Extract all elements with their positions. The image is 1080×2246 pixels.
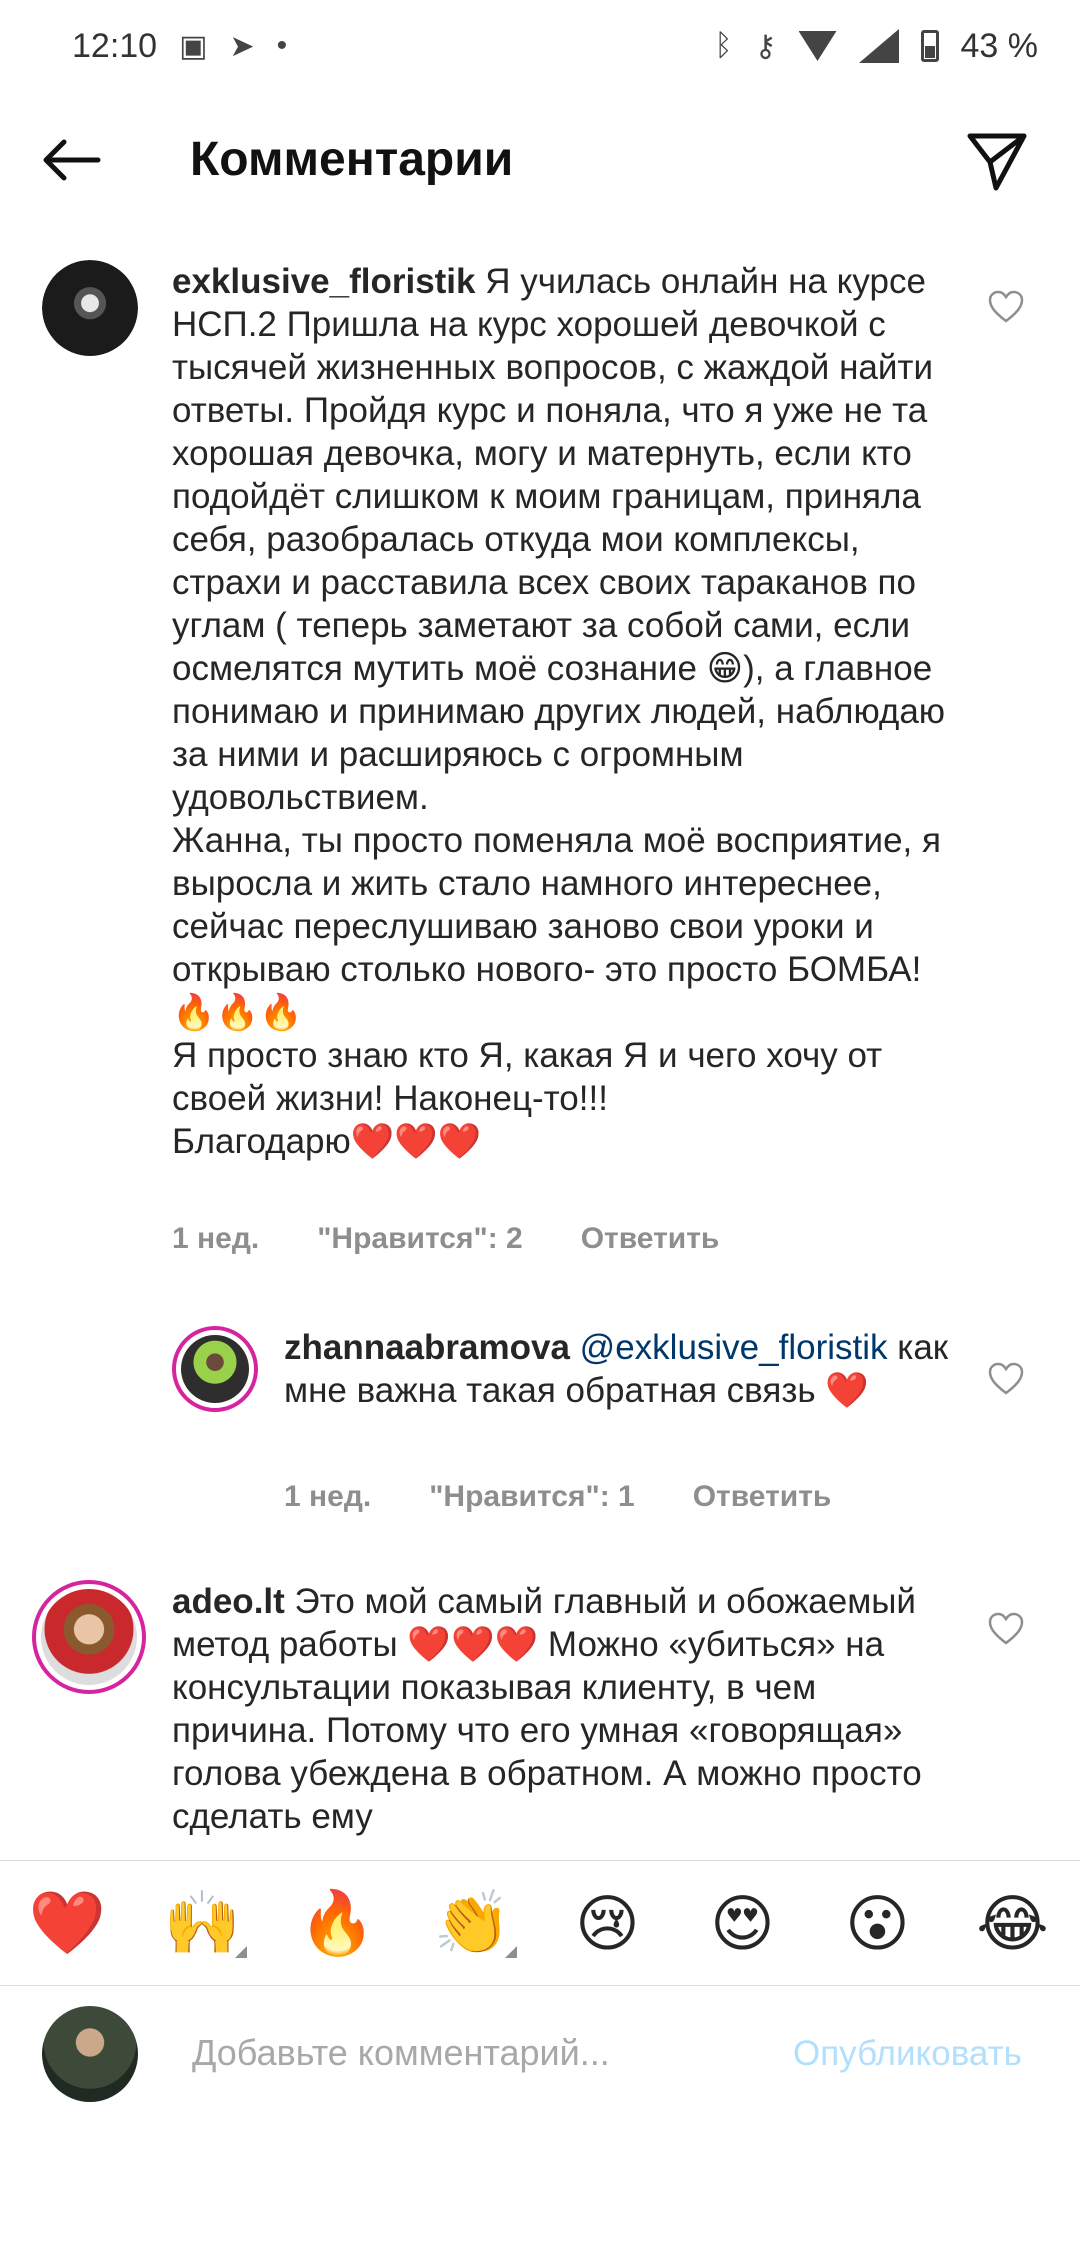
comment-meta: 1 нед. "Нравится": 1 Ответить — [284, 1480, 831, 1514]
comment-username[interactable]: zhannaabramova — [284, 1328, 570, 1367]
comment-likes[interactable]: "Нравится": 2 — [317, 1222, 523, 1256]
publish-button[interactable]: Опубликовать — [793, 2034, 1022, 2074]
wifi-icon — [798, 31, 837, 61]
heart-icon[interactable] — [988, 290, 1024, 324]
status-left: 12:10 ▣ ➤ • — [72, 27, 287, 66]
comment-likes[interactable]: "Нравится": 1 — [429, 1480, 635, 1514]
arrow-left-icon — [43, 139, 101, 181]
emoji-raised-hands-button[interactable]: 🙌 — [153, 1887, 253, 1960]
comment-time: 1 нед. — [284, 1480, 372, 1513]
battery-icon — [920, 30, 939, 62]
avatar[interactable] — [42, 260, 138, 356]
comment-text: zhannaabramova @exklusive_floristik как … — [284, 1326, 964, 1412]
back-button[interactable] — [40, 128, 104, 192]
status-time: 12:10 — [72, 26, 158, 65]
emoji-heart-button[interactable]: ❤️ — [18, 1887, 118, 1960]
comment-body: Я училась онлайн на курсе НСП.2 Пришла н… — [172, 262, 946, 1161]
emoji-surprised-button[interactable]: 😮 — [828, 1887, 928, 1960]
comment-text: adeo.lt Это мой самый главный и обожаемы… — [172, 1580, 952, 1838]
gallery-icon: ▣ — [179, 29, 208, 63]
comment-text: exklusive_floristik Я училась онлайн на … — [172, 260, 952, 1163]
heart-icon[interactable] — [988, 1362, 1024, 1396]
avatar — [42, 2006, 138, 2102]
comment-input[interactable] — [190, 2022, 754, 2084]
reply-button[interactable]: Ответить — [581, 1222, 720, 1256]
comment-username[interactable]: exklusive_floristik — [172, 262, 476, 301]
heart-icon[interactable] — [988, 1612, 1024, 1646]
comment-reply-item: zhannaabramova @exklusive_floristik как … — [0, 1326, 1080, 1526]
battery-percent: 43 % — [960, 26, 1039, 65]
signal-icon — [858, 29, 899, 63]
comment-meta: 1 нед. "Нравится": 2 Ответить — [172, 1222, 719, 1256]
telegram-icon: ➤ — [229, 29, 255, 63]
paper-plane-icon — [967, 133, 1027, 191]
status-right: ᛒ ⚷ 43 % — [715, 27, 1038, 66]
emoji-cry-button[interactable]: 😢 — [558, 1887, 658, 1960]
key-icon: ⚷ — [754, 29, 777, 63]
comment-body: Это мой самый главный и обожаемый метод … — [172, 1582, 932, 1836]
emoji-fire-button[interactable]: 🔥 — [288, 1887, 388, 1960]
dot-icon: • — [276, 29, 288, 62]
bluetooth-icon: ᛒ — [714, 29, 733, 62]
avatar[interactable] — [172, 1326, 258, 1412]
emoji-laugh-button[interactable]: 😂 — [963, 1887, 1063, 1960]
comment-composer: Опубликовать — [0, 1986, 1080, 2126]
reply-button[interactable]: Ответить — [693, 1480, 832, 1514]
divider — [0, 1836, 1080, 1860]
page-title: Комментарии — [190, 133, 514, 186]
avatar[interactable] — [32, 1580, 146, 1694]
header: Комментарии — [0, 110, 1080, 210]
emoji-clap-button[interactable]: 👏 — [423, 1887, 523, 1960]
comment-item: exklusive_floristik Я училась онлайн на … — [0, 260, 1080, 1260]
comment-time: 1 нед. — [172, 1222, 260, 1255]
mention-link[interactable]: @exklusive_floristik — [580, 1328, 888, 1367]
share-button[interactable] — [964, 128, 1030, 194]
comment-username[interactable]: adeo.lt — [172, 1582, 285, 1621]
comment-item: adeo.lt Это мой самый главный и обожаемы… — [0, 1580, 1080, 1860]
emoji-heart-eyes-button[interactable]: 😍 — [693, 1887, 793, 1960]
emoji-reaction-bar: ❤️ 🙌 🔥 👏 😢 😍 😮 😂 — [0, 1860, 1080, 1986]
status-bar: 12:10 ▣ ➤ • ᛒ ⚷ 43 % — [0, 0, 1080, 92]
